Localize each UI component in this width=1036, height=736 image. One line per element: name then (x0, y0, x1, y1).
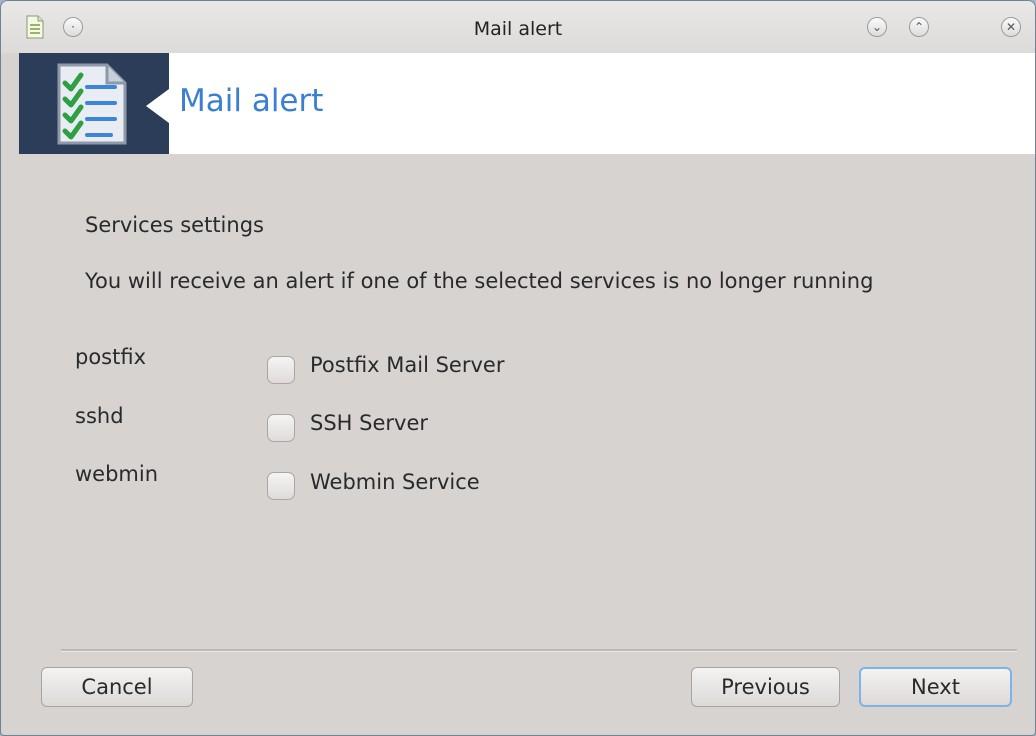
sshd-checkbox[interactable] (267, 414, 295, 442)
mail-alert-window: · Mail alert ⌄ ⌃ ✕ Mail alert Services s… (0, 0, 1036, 736)
postfix-checkbox-label[interactable]: Postfix Mail Server (310, 353, 504, 377)
banner-notch (146, 89, 169, 123)
section-description: You will receive an alert if one of the … (85, 269, 874, 293)
service-name-webmin: webmin (75, 462, 159, 486)
service-name-sshd: sshd (75, 404, 124, 428)
section-heading: Services settings (85, 213, 264, 237)
maximize-icon[interactable]: ⌃ (909, 17, 929, 37)
title-bar[interactable]: · Mail alert ⌄ ⌃ ✕ (1, 1, 1035, 53)
webmin-checkbox-label[interactable]: Webmin Service (310, 470, 480, 494)
banner-title: Mail alert (179, 83, 324, 119)
banner-icon-panel (19, 53, 169, 154)
webmin-checkbox[interactable] (267, 472, 295, 500)
postfix-checkbox[interactable] (267, 356, 295, 384)
cancel-button[interactable]: Cancel (41, 667, 193, 707)
checklist-icon (57, 63, 127, 145)
service-name-postfix: postfix (75, 345, 147, 369)
minimize-icon[interactable]: ⌄ (867, 17, 887, 37)
next-button[interactable]: Next (859, 667, 1012, 707)
button-separator (61, 649, 1017, 652)
header-banner: Mail alert (19, 53, 1035, 154)
sshd-checkbox-label[interactable]: SSH Server (310, 411, 428, 435)
previous-button[interactable]: Previous (691, 667, 840, 707)
close-icon[interactable]: ✕ (1001, 17, 1021, 37)
